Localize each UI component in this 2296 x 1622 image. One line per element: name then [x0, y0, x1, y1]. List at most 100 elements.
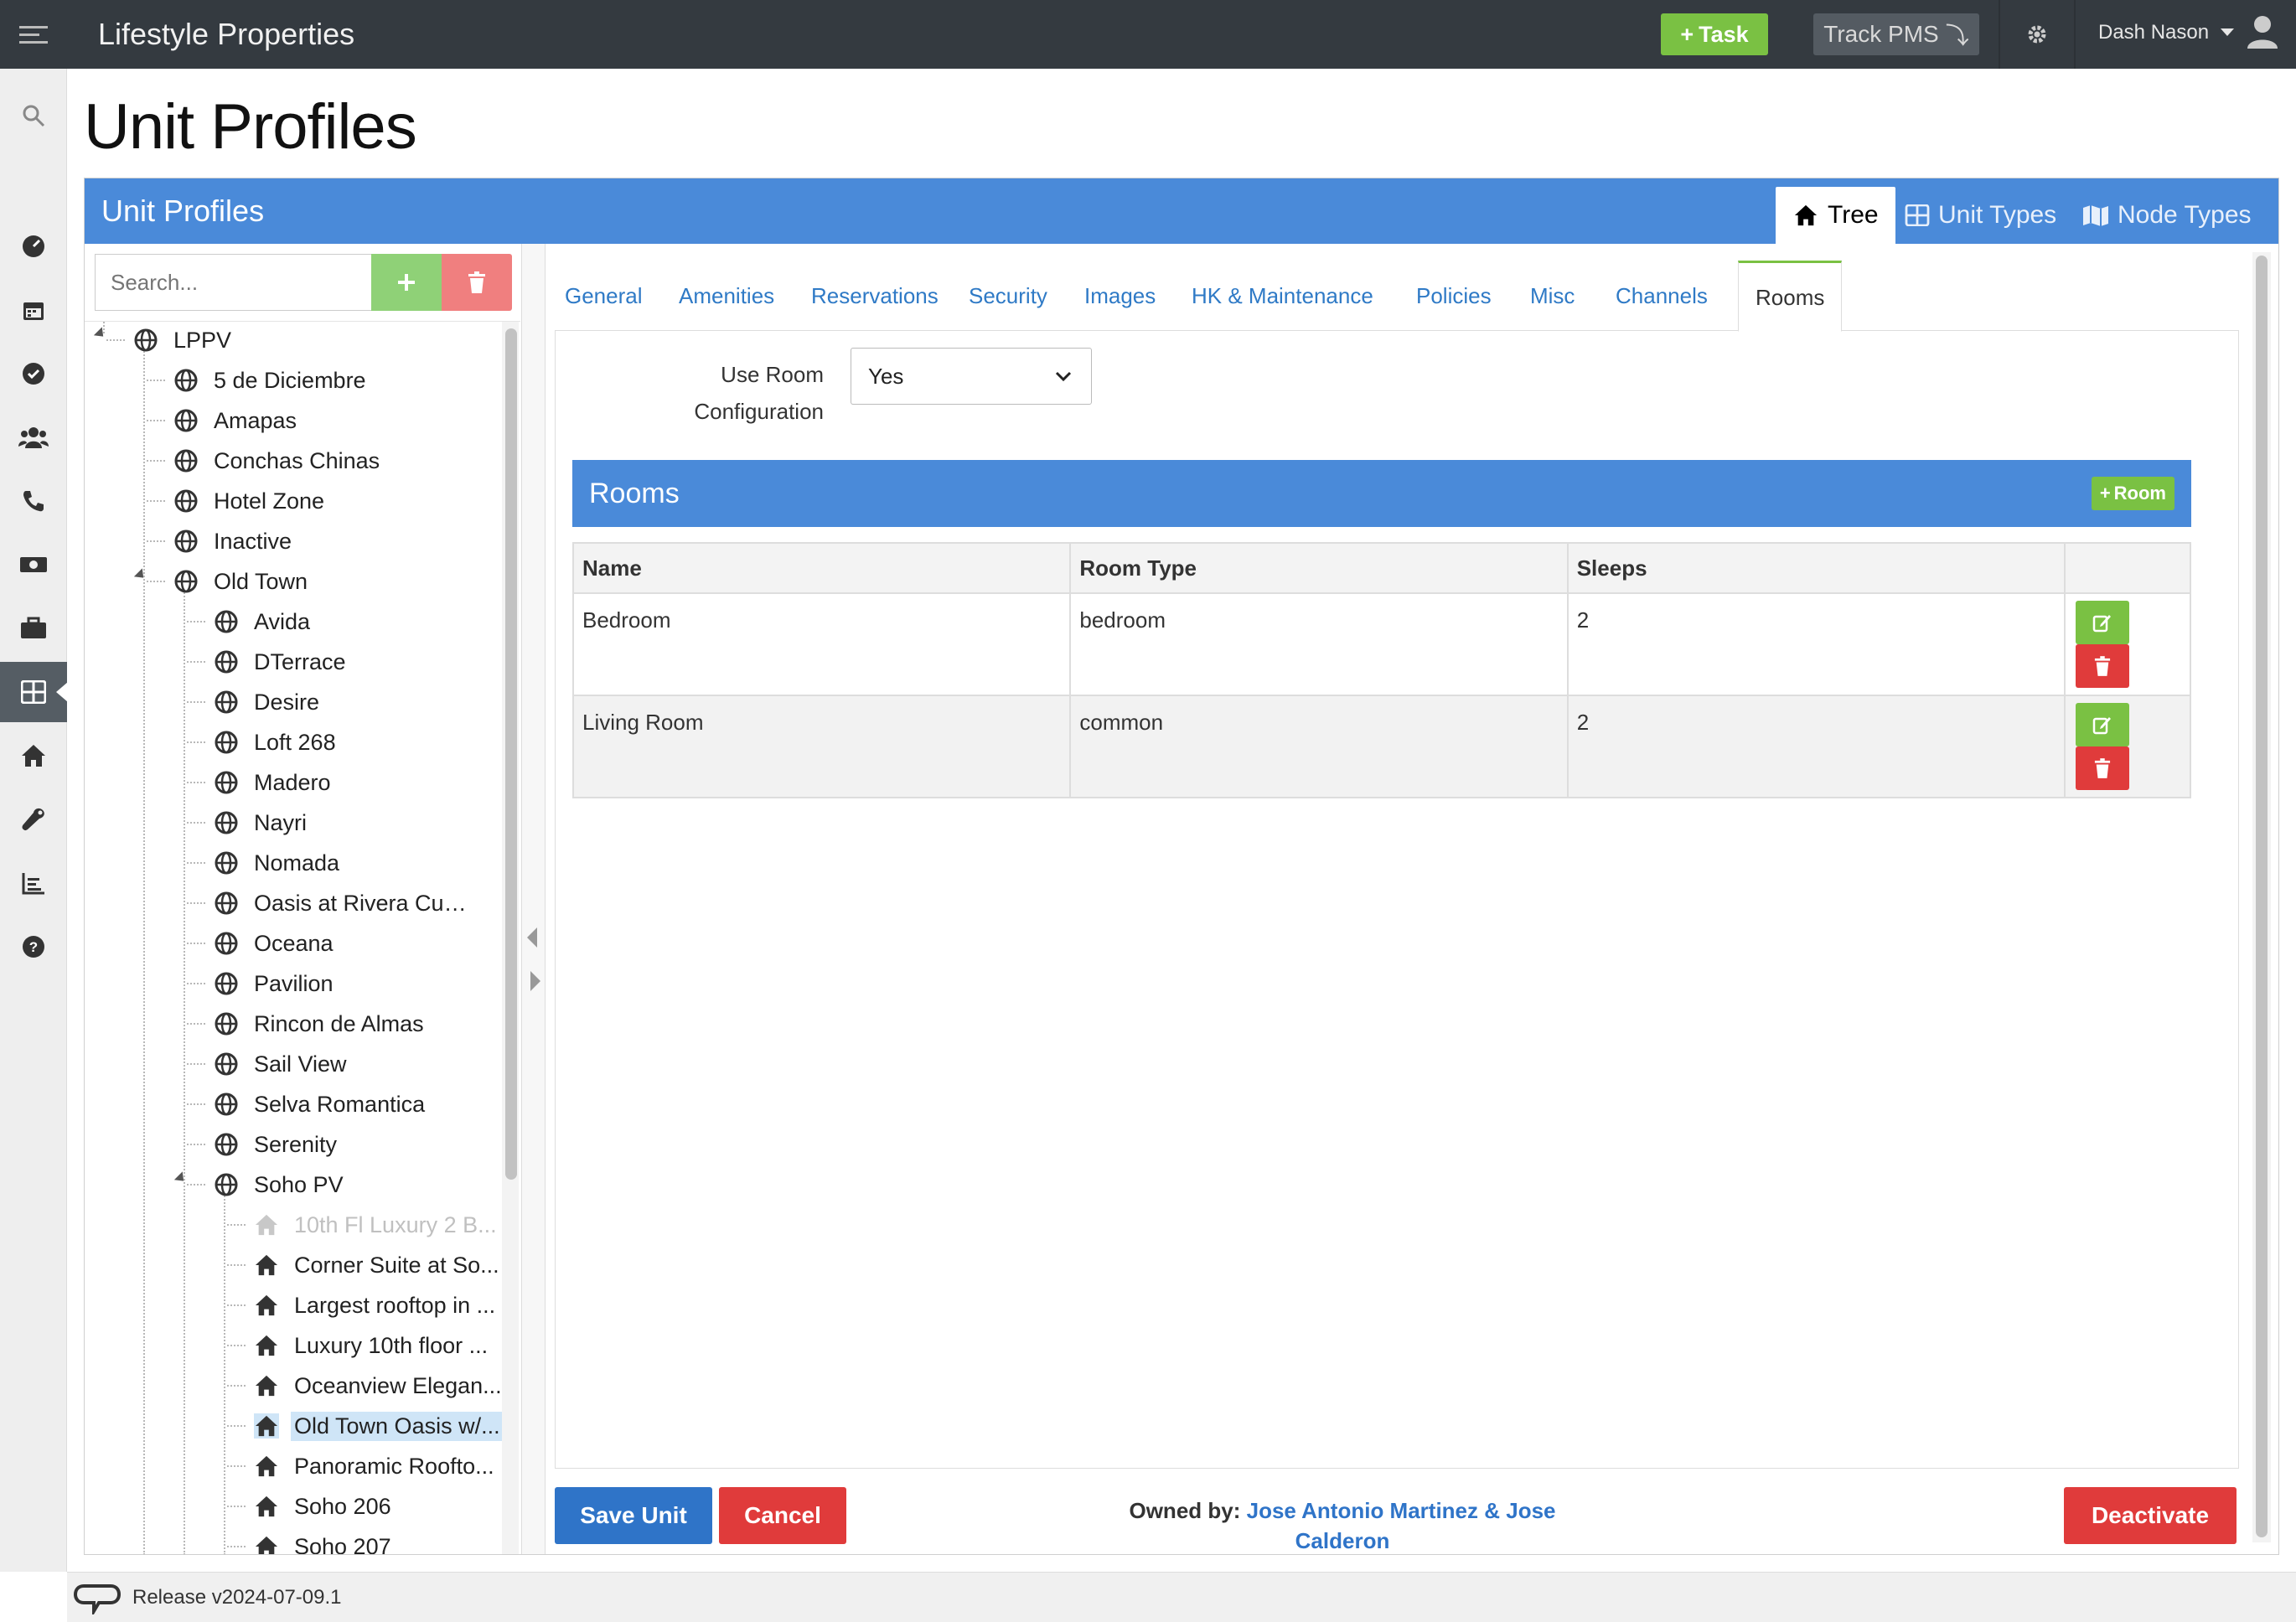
expand-right-icon[interactable]	[530, 971, 540, 991]
user-menu[interactable]: Dash Nason	[2098, 0, 2209, 65]
tree-node-unit[interactable]: Oceanview Elegan...	[227, 1367, 505, 1404]
tree-node[interactable]: Hotel Zone	[147, 483, 328, 519]
phone-icon[interactable]	[0, 471, 67, 531]
cell-room-type: bedroom	[1069, 592, 1569, 696]
add-room-button[interactable]: + Room	[2091, 477, 2174, 510]
tree-node[interactable]: Pavilion	[187, 965, 337, 1002]
column-header-name[interactable]: Name	[571, 542, 1072, 594]
edit-room-button[interactable]	[2076, 703, 2130, 746]
trash-icon	[2094, 758, 2111, 778]
menu-toggle-icon[interactable]	[0, 0, 67, 69]
use-room-config-select[interactable]: Yes	[851, 348, 1092, 405]
tree-node[interactable]: Soho PV	[187, 1166, 347, 1203]
tree-node[interactable]: 5 de Diciembre	[147, 362, 370, 399]
grid-icon	[1905, 204, 1930, 226]
tab-security[interactable]: Security	[959, 261, 1058, 331]
search-icon[interactable]	[0, 85, 67, 146]
tree-node[interactable]: Sail View	[187, 1046, 350, 1082]
tree-node[interactable]: Oceana	[187, 925, 337, 962]
tree-node-unit[interactable]: 10th Fl Luxury 2 B...	[227, 1206, 500, 1243]
app-title[interactable]: Lifestyle Properties	[98, 0, 354, 69]
tree-node[interactable]: Serenity	[187, 1126, 340, 1163]
tree-node[interactable]: Selva Romantica	[187, 1086, 428, 1123]
edit-room-button[interactable]	[2076, 601, 2130, 644]
tab-general[interactable]: General	[555, 261, 653, 331]
gear-icon[interactable]	[2019, 17, 2055, 52]
tree-node-unit[interactable]: Largest rooftop in ...	[227, 1287, 499, 1324]
tab-channels[interactable]: Channels	[1606, 261, 1718, 331]
delete-room-button[interactable]	[2076, 644, 2130, 688]
tree-node[interactable]: Avida	[187, 603, 313, 640]
home-icon[interactable]	[0, 726, 67, 786]
tree-node[interactable]: Desire	[187, 684, 323, 721]
collapse-icon[interactable]	[173, 1171, 189, 1186]
tab-misc[interactable]: Misc	[1520, 261, 1585, 331]
owner-link-line2[interactable]: Calderon	[1295, 1528, 1390, 1553]
money-icon[interactable]	[0, 535, 67, 595]
tree-node[interactable]: Inactive	[147, 523, 295, 560]
cell-room-type: common	[1069, 695, 1569, 798]
tree-node[interactable]: Nomada	[187, 845, 343, 881]
tree-node-unit[interactable]: Soho 207	[227, 1528, 395, 1554]
collapse-icon[interactable]	[93, 327, 108, 341]
tab-reservations[interactable]: Reservations	[801, 261, 949, 331]
tree-node-unit[interactable]: Luxury 10th floor ...	[227, 1327, 491, 1364]
tree-node[interactable]: DTerrace	[187, 643, 349, 680]
tab-rooms[interactable]: Rooms	[1738, 261, 1843, 332]
delete-node-button[interactable]	[442, 254, 512, 311]
user-icon[interactable]	[2246, 13, 2279, 50]
tree-node-unit[interactable]: Corner Suite at So...	[227, 1247, 503, 1284]
tree-node[interactable]: Amapas	[147, 402, 300, 439]
tree-node[interactable]: Old Town	[147, 563, 311, 600]
dashboard-icon[interactable]	[0, 216, 67, 276]
tab-node-types[interactable]: Node Types	[2082, 187, 2252, 244]
column-header-room-type[interactable]: Room Type	[1069, 542, 1569, 594]
tree-node[interactable]: Madero	[187, 764, 334, 801]
tab-unit-types[interactable]: Unit Types	[1905, 187, 2056, 244]
grid-icon[interactable]	[0, 662, 68, 722]
tree-search-input[interactable]	[95, 254, 371, 311]
collapse-icon[interactable]	[133, 568, 148, 582]
tree-node[interactable]: Conchas Chinas	[147, 442, 383, 479]
tab-amenities[interactable]: Amenities	[669, 261, 784, 331]
tree-scrollbar[interactable]	[502, 322, 519, 1554]
rooms-title: Rooms	[589, 478, 680, 509]
pane-splitter[interactable]	[522, 244, 546, 1554]
chart-icon[interactable]	[0, 853, 67, 913]
briefcase-icon[interactable]	[0, 598, 67, 659]
detail-scrollbar[interactable]	[2252, 252, 2271, 1542]
deactivate-button[interactable]: Deactivate	[2064, 1487, 2237, 1544]
tree-node[interactable]: Loft 268	[187, 724, 339, 761]
users-icon[interactable]	[0, 407, 67, 467]
globe-icon	[173, 569, 199, 594]
tree-node[interactable]: Rincon de Almas	[187, 1005, 427, 1042]
tree-node[interactable]: Nayri	[187, 804, 310, 841]
tree-node-lppv[interactable]: LPPV	[106, 322, 235, 359]
tab-hk-maintenance[interactable]: HK & Maintenance	[1182, 261, 1383, 331]
column-header-sleeps[interactable]: Sleeps	[1566, 542, 2066, 594]
trash-icon	[2094, 656, 2111, 676]
track-pms-button[interactable]: Track PMS ⤵	[1813, 13, 1979, 55]
cancel-button[interactable]: Cancel	[719, 1487, 846, 1544]
tree-scrollbar-thumb[interactable]	[505, 328, 517, 1180]
save-unit-button[interactable]: Save Unit	[555, 1487, 712, 1544]
caret-down-icon[interactable]	[2221, 28, 2234, 36]
wrench-icon[interactable]	[0, 789, 67, 850]
check-circle-icon[interactable]	[0, 344, 67, 404]
globe-icon	[173, 529, 199, 554]
tree-node[interactable]: Oasis at Rivera Cuale	[187, 885, 477, 922]
tab-images[interactable]: Images	[1074, 261, 1166, 331]
tree-node-unit[interactable]: Panoramic Roofto...	[227, 1448, 498, 1485]
collapse-left-icon[interactable]	[527, 927, 537, 948]
owner-link[interactable]: Jose Antonio Martinez & Jose	[1247, 1498, 1556, 1523]
calendar-icon[interactable]	[0, 280, 67, 340]
detail-scrollbar-thumb[interactable]	[2256, 256, 2268, 1537]
tree-node-unit[interactable]: Soho 206	[227, 1488, 395, 1525]
add-node-button[interactable]	[371, 254, 442, 311]
add-task-button[interactable]: + Task	[1661, 13, 1768, 55]
tree-node-unit-selected[interactable]: Old Town Oasis w/...	[227, 1408, 504, 1444]
delete-room-button[interactable]	[2076, 746, 2130, 790]
help-icon[interactable]: ?	[0, 917, 67, 977]
tab-tree[interactable]: Tree	[1776, 187, 1895, 244]
tab-policies[interactable]: Policies	[1406, 261, 1502, 331]
